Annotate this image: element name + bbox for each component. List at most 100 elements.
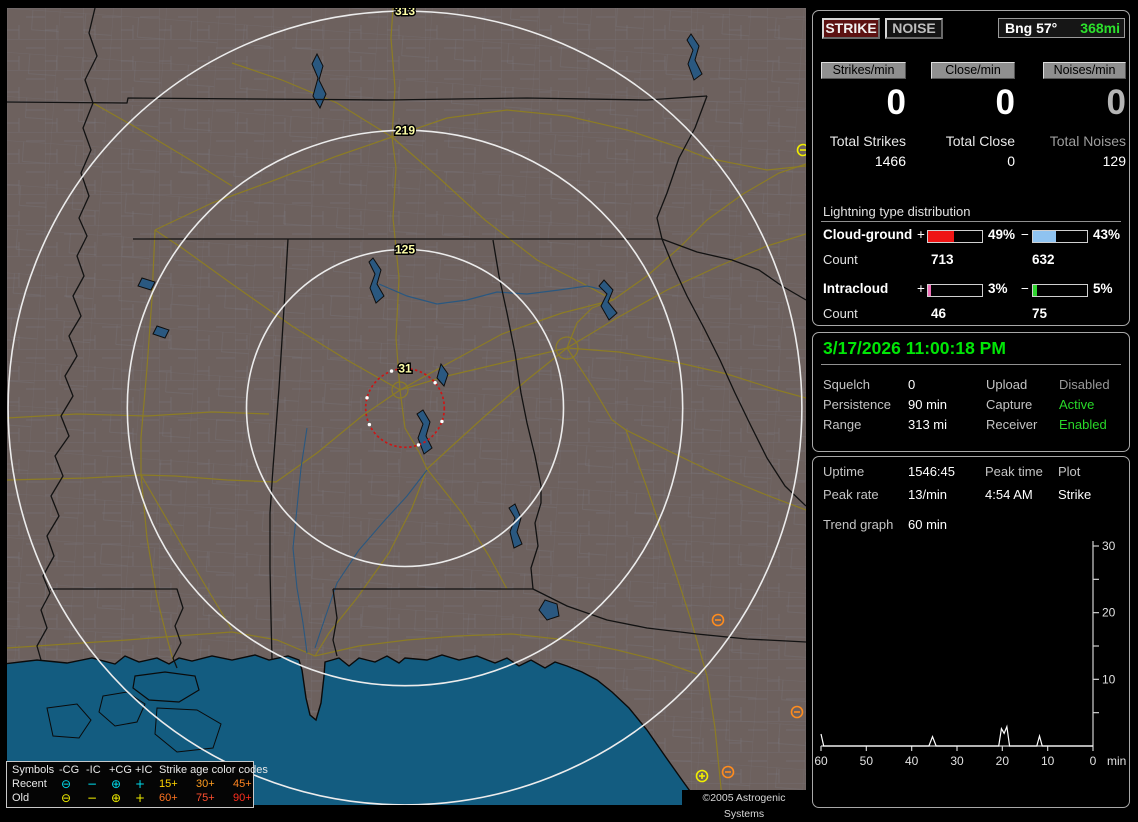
- uptime-c2: 1546:45: [908, 464, 955, 479]
- uptime-c3: Peak time: [985, 464, 1043, 479]
- minus-sign: −: [1021, 281, 1029, 296]
- strike-button[interactable]: STRIKE: [822, 18, 880, 39]
- ic-neg-count: 75: [1032, 306, 1048, 321]
- legend-age-60+: 60+: [159, 792, 178, 804]
- divider: [821, 364, 1121, 365]
- cg-count-label: Count: [823, 252, 858, 267]
- noises-per-min-label[interactable]: Noises/min: [1043, 62, 1126, 79]
- trend-graph-label: Trend graph: [823, 517, 894, 532]
- close-per-min-value: 0: [995, 83, 1015, 122]
- legend-minus-icon: −: [86, 777, 98, 791]
- ic-pos-count: 46: [931, 306, 947, 321]
- status-value: 90 min: [908, 397, 948, 412]
- svg-text:40: 40: [905, 754, 919, 768]
- plus-sign: +: [917, 227, 925, 242]
- svg-text:50: 50: [860, 754, 874, 768]
- noise-button[interactable]: NOISE: [885, 18, 943, 39]
- panel-trend: Uptime 1546:45 Peak time Plot Peak rate 13/mi…: [812, 456, 1130, 808]
- total-strikes-value: 1466: [874, 153, 906, 169]
- legend-circle-minus-icon: ⊖: [60, 791, 72, 805]
- nexstorm-app: { "map": { "copyright": "©2005 Astrogeni…: [0, 0, 1138, 820]
- status-label: Squelch: [823, 377, 870, 392]
- ic-neg-pct: 5%: [1093, 281, 1113, 296]
- legend-row-name: Recent: [12, 778, 47, 790]
- svg-text:30: 30: [950, 754, 964, 768]
- distribution-title: Lightning type distribution: [823, 204, 971, 219]
- legend-age-45+: 45+: [233, 778, 252, 790]
- total-close-label: Total Close: [945, 133, 1015, 149]
- strikes-per-min-label[interactable]: Strikes/min: [821, 62, 906, 79]
- cg-pos-count: 713: [931, 252, 954, 267]
- svg-text:30: 30: [1102, 539, 1116, 553]
- bearing-label: Bng 57°: [1005, 20, 1058, 36]
- divider: [821, 221, 1121, 222]
- svg-text:10: 10: [1041, 754, 1055, 768]
- panel-counters: STRIKE NOISE Bng 57° 368mi Strikes/min C…: [812, 10, 1130, 326]
- svg-text:20: 20: [996, 754, 1010, 768]
- ic-count-label: Count: [823, 306, 858, 321]
- svg-text:125: 125: [395, 243, 415, 257]
- svg-text:60: 60: [814, 754, 828, 768]
- legend-age-90+: 90+: [233, 792, 252, 804]
- panel-status: 3/17/2026 11:00:18 PM Squelch 0 Upload Disa…: [812, 332, 1130, 452]
- legend-circle-minus-icon: ⊖: [60, 777, 72, 791]
- status-label: Persistence: [823, 397, 891, 412]
- legend-plus-icon: +: [134, 777, 146, 791]
- ic-pos-pct: 3%: [988, 281, 1008, 296]
- cg-pos-bar: [927, 230, 983, 243]
- plus-sign: +: [917, 281, 925, 296]
- ic-neg-bar: [1032, 284, 1088, 297]
- legend-header: Strike age color codes: [159, 764, 268, 776]
- legend-age-75+: 75+: [196, 792, 215, 804]
- cg-neg-pct: 43%: [1093, 227, 1121, 242]
- total-strikes-label: Total Strikes: [829, 133, 906, 149]
- cloud-ground-label: Cloud-ground: [823, 227, 913, 242]
- legend-circle-plus-icon: ⊕: [110, 777, 122, 791]
- svg-text:31: 31: [398, 362, 412, 376]
- svg-text:313: 313: [395, 8, 415, 18]
- legend-header: Symbols: [12, 764, 55, 776]
- total-close-value: 0: [1007, 153, 1015, 169]
- strike-map[interactable]: 313 219 125 31: [7, 8, 806, 805]
- map-legend: Symbols -CG -IC +CG +IC Strike age color code…: [6, 761, 268, 808]
- legend-row-name: Old: [12, 792, 30, 804]
- status-label: Capture: [986, 397, 1033, 412]
- legend-age-30+: 30+: [196, 778, 215, 790]
- status-label: Range: [823, 417, 862, 432]
- svg-text:219: 219: [395, 123, 415, 137]
- trend-chart: 10 20 30 60 50 40 30 20 10 0 min: [814, 539, 1126, 768]
- status-label: Receiver: [986, 417, 1038, 432]
- trend-window-value: 60 min: [908, 517, 948, 532]
- uptime-c2: 13/min: [908, 487, 948, 502]
- uptime-c4: Plot: [1058, 464, 1081, 479]
- status-state-value: Enabled: [1059, 417, 1107, 432]
- svg-text:min: min: [1107, 754, 1126, 768]
- bearing-box: Bng 57° 368mi: [998, 18, 1125, 38]
- map-canvas: 313 219 125 31: [7, 8, 806, 805]
- intracloud-label: Intracloud: [823, 281, 889, 296]
- status-value: 313 mi: [908, 417, 948, 432]
- cg-pos-pct: 49%: [988, 227, 1016, 242]
- status-state-value: Disabled: [1059, 377, 1110, 392]
- bearing-distance: 368mi: [1080, 20, 1120, 36]
- total-noises-label: Total Noises: [1049, 133, 1126, 149]
- cg-neg-count: 632: [1032, 252, 1055, 267]
- uptime-c1: Peak rate: [823, 487, 879, 502]
- strikes-per-min-value: 0: [886, 83, 906, 122]
- close-per-min-label[interactable]: Close/min: [931, 62, 1015, 79]
- legend-header: +CG: [109, 764, 132, 776]
- uptime-c4: Strike: [1058, 487, 1092, 502]
- svg-text:0: 0: [1090, 754, 1097, 768]
- legend-age-15+: 15+: [159, 778, 178, 790]
- noises-per-min-value: 0: [1106, 83, 1126, 122]
- status-label: Upload: [986, 377, 1028, 392]
- legend-header: +IC: [135, 764, 153, 776]
- total-noises-value: 129: [1102, 153, 1126, 169]
- ic-pos-bar: [927, 284, 983, 297]
- legend-header: -IC: [86, 764, 101, 776]
- uptime-c1: Uptime: [823, 464, 865, 479]
- status-state-value: Active: [1059, 397, 1095, 412]
- uptime-c3: 4:54 AM: [985, 487, 1033, 502]
- legend-plus-icon: +: [134, 791, 146, 805]
- cg-neg-bar: [1032, 230, 1088, 243]
